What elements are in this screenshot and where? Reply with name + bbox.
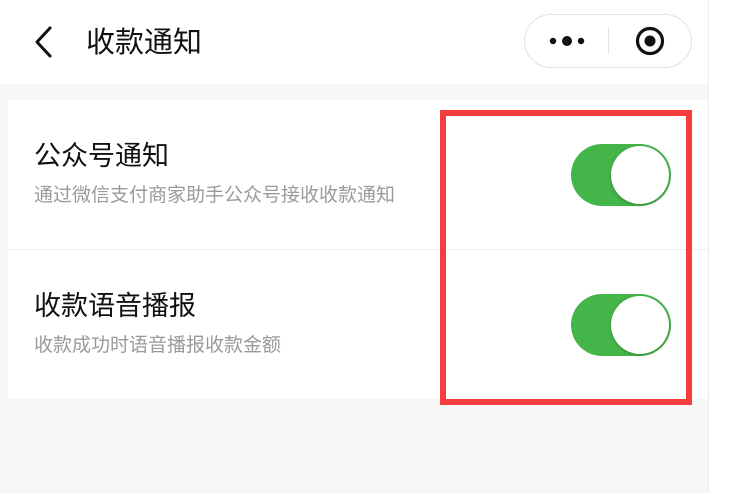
official-account-switch[interactable] — [571, 144, 671, 206]
switch-knob — [611, 296, 669, 354]
switch-knob — [611, 146, 669, 204]
mini-program-page: 收款通知 公众号通知 通过微信支付商家助手公众号接收收款通知 收款语音播报 收款… — [0, 0, 708, 493]
right-gutter — [708, 0, 743, 493]
more-dots-icon — [549, 36, 584, 46]
settings-list: 公众号通知 通过微信支付商家助手公众号接收收款通知 收款语音播报 收款成功时语音… — [8, 100, 708, 399]
setting-description: 收款成功时语音播报收款金额 — [34, 334, 282, 356]
back-button[interactable] — [26, 24, 62, 60]
page-title: 收款通知 — [86, 25, 203, 59]
navigation-bar: 收款通知 — [0, 0, 708, 84]
target-circle-icon — [635, 26, 665, 56]
close-button[interactable] — [609, 15, 691, 67]
setting-row-voice-broadcast: 收款语音播报 收款成功时语音播报收款金额 — [8, 250, 708, 399]
more-button[interactable] — [525, 15, 608, 67]
setting-description: 通过微信支付商家助手公众号接收收款通知 — [34, 184, 396, 206]
setting-title: 收款语音播报 — [34, 291, 196, 322]
setting-row-official-account: 公众号通知 通过微信支付商家助手公众号接收收款通知 — [8, 100, 708, 249]
chevron-left-icon — [35, 26, 52, 58]
capsule-menu — [524, 14, 692, 68]
voice-broadcast-switch[interactable] — [571, 294, 671, 356]
setting-title: 公众号通知 — [34, 141, 169, 172]
